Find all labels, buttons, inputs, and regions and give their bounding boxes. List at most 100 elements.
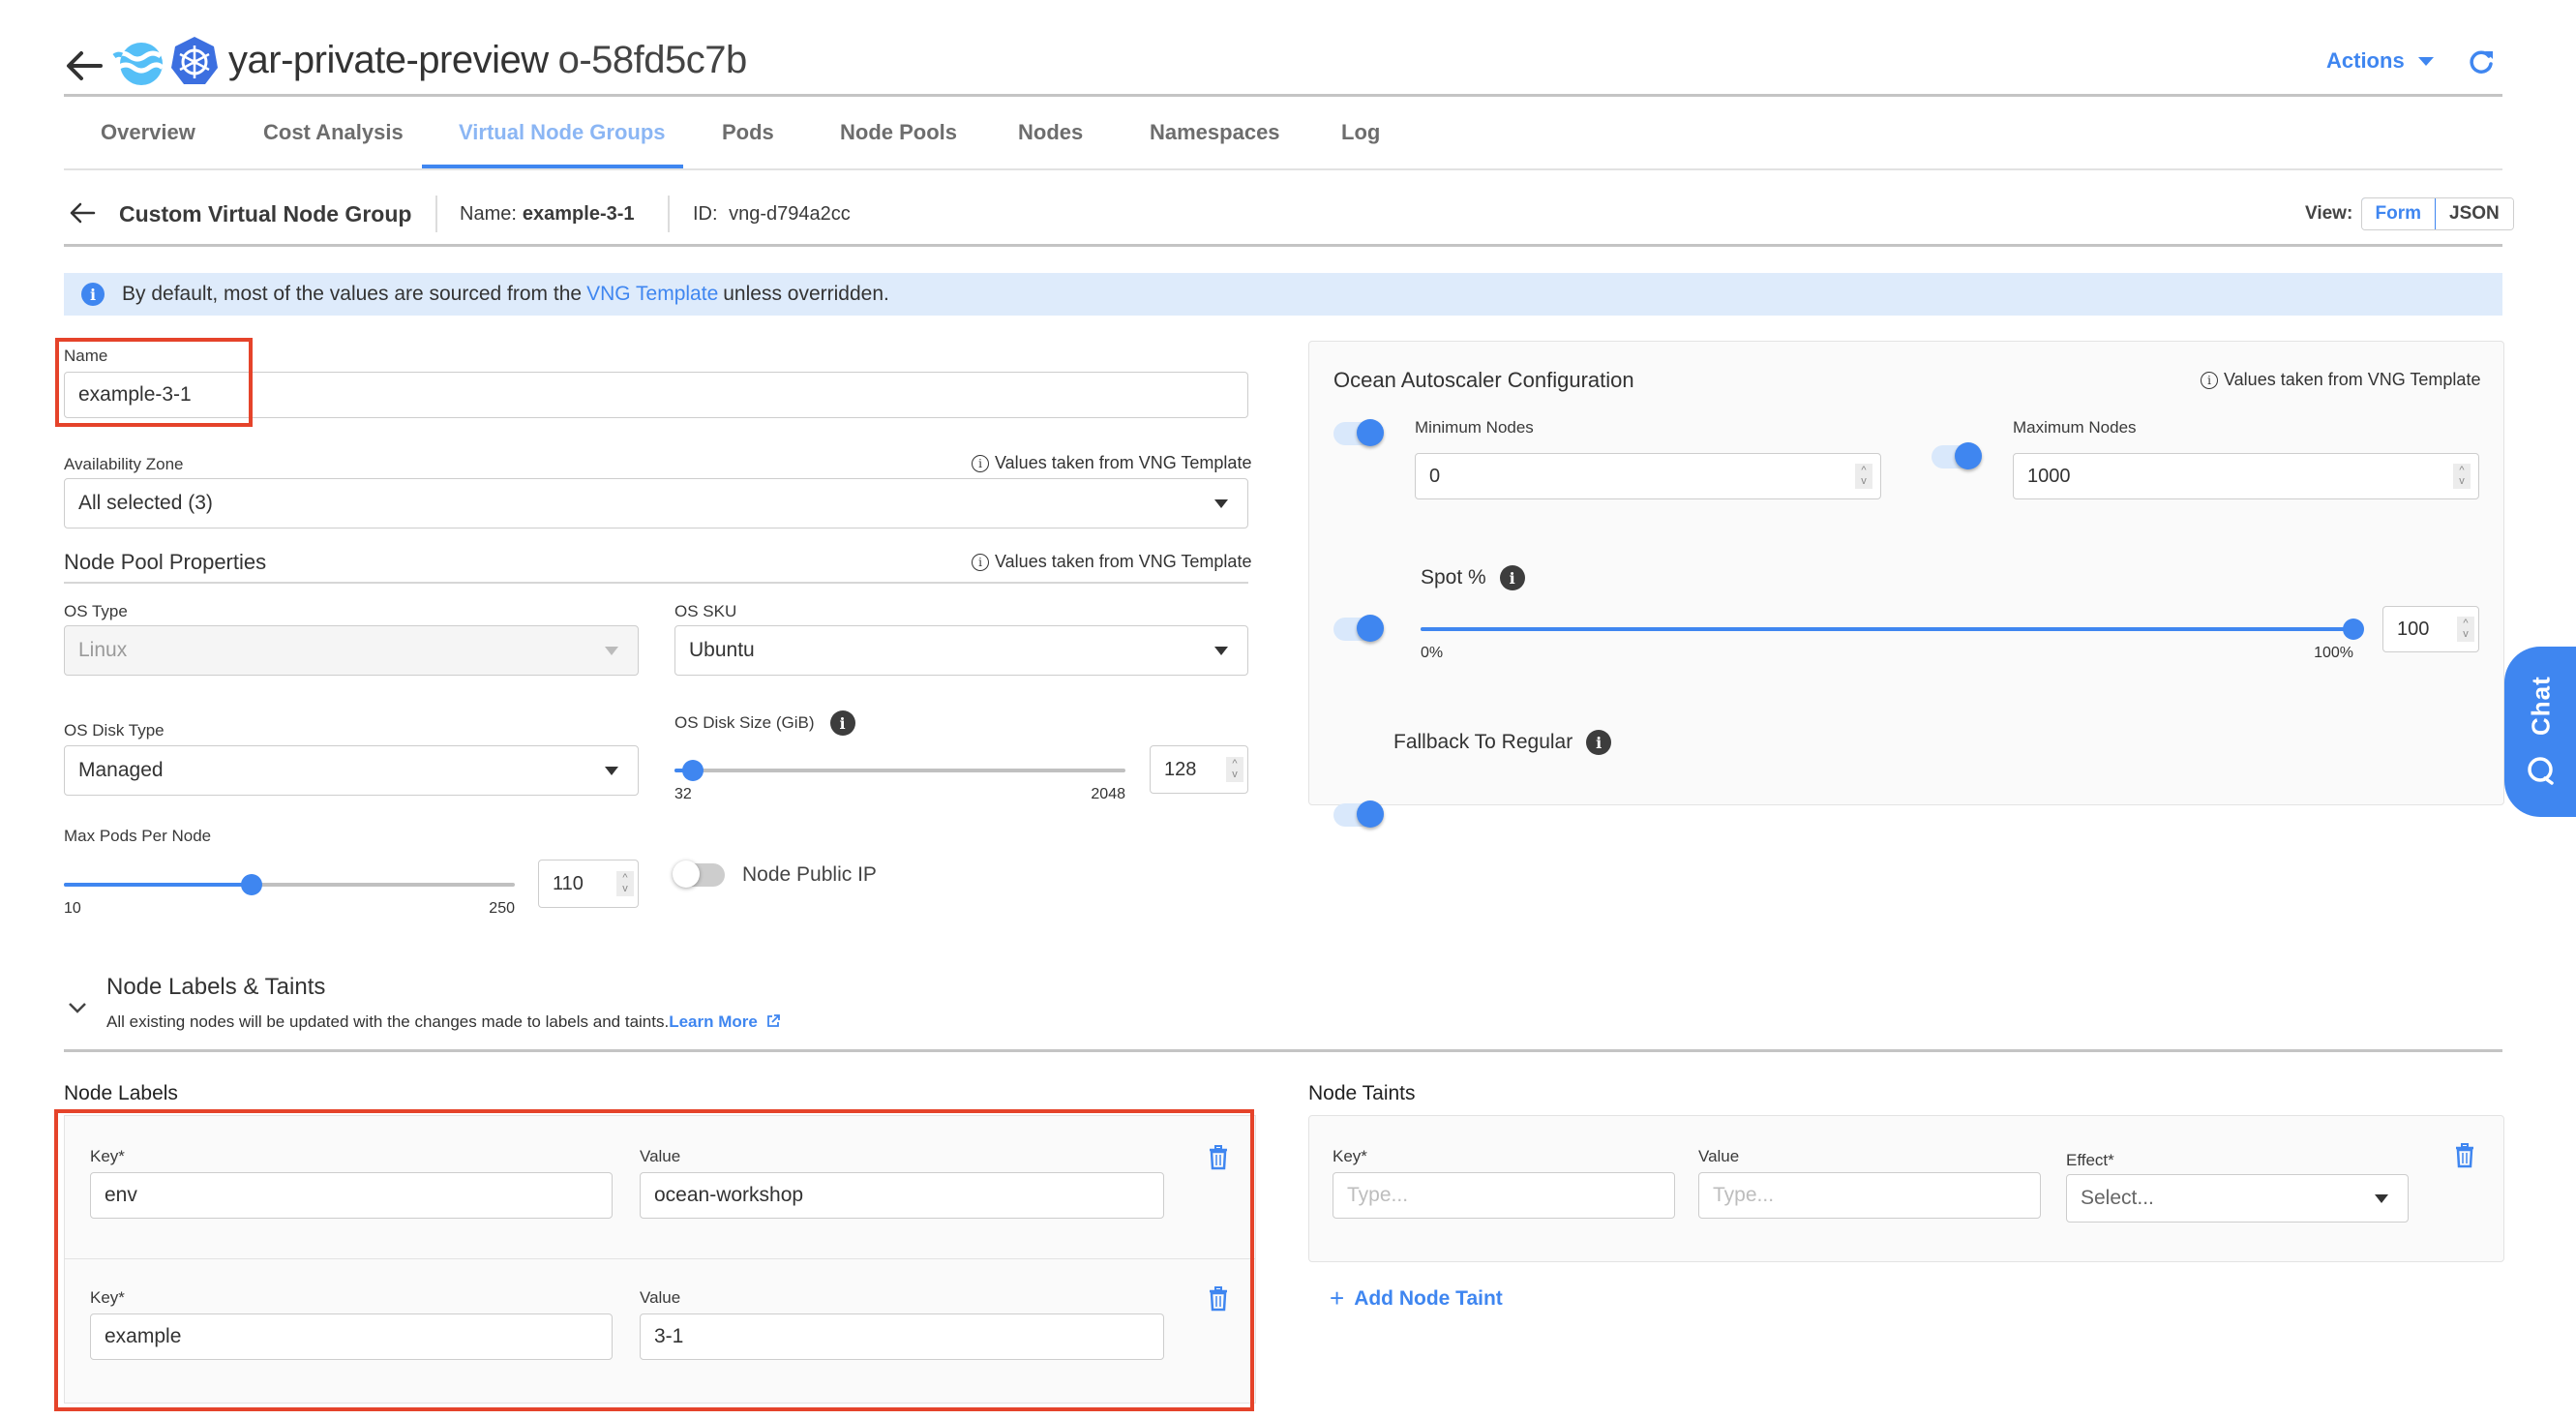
caret-down-icon <box>605 647 618 655</box>
banner-text-after: unless overridden. <box>723 283 889 305</box>
learn-more-link[interactable]: Learn More <box>669 1012 758 1031</box>
slider-track[interactable] <box>1421 619 2364 640</box>
hint-text: Values taken from VNG Template <box>995 453 1252 472</box>
slider-thumb[interactable] <box>681 760 704 781</box>
spot-value: 100 <box>2397 618 2430 640</box>
max-pods-slider[interactable]: 10 250 <box>64 874 515 917</box>
slider-min-label: 0% <box>1421 645 1444 661</box>
spot-label: Spot % <box>1421 566 1486 589</box>
autoscaler-template-hint: i Values taken from VNG Template <box>2201 370 2480 390</box>
stepper-icon[interactable]: ^ v <box>1855 464 1872 489</box>
tab-node-pools[interactable]: Node Pools <box>840 120 957 145</box>
stepper-icon[interactable]: ^ v <box>2453 464 2471 489</box>
info-outline-icon: i <box>972 454 989 472</box>
info-banner: i By default, most of the values are sou… <box>64 273 2502 316</box>
placeholder: Type... <box>1713 1184 1775 1206</box>
slider-fill <box>64 883 253 887</box>
fallback-toggle[interactable] <box>1333 800 1384 828</box>
info-icon[interactable]: i <box>1586 730 1612 755</box>
back-arrow-icon[interactable] <box>64 46 105 85</box>
os-type-value: Linux <box>78 639 128 661</box>
node-pool-properties-title: Node Pool Properties <box>64 550 267 574</box>
max-nodes-value: 1000 <box>2027 465 2071 487</box>
actions-dropdown[interactable]: Actions <box>2326 48 2434 74</box>
taint-key-label: Key* <box>1333 1147 1367 1165</box>
node-public-ip-toggle[interactable] <box>673 860 725 888</box>
tab-overview[interactable]: Overview <box>101 120 195 145</box>
slider-max-label: 250 <box>489 900 515 917</box>
divider <box>64 582 1248 584</box>
fallback-label: Fallback To Regular <box>1393 731 1573 753</box>
os-sku-label: OS SKU <box>674 602 737 620</box>
tab-cost-analysis[interactable]: Cost Analysis <box>263 120 404 145</box>
slider-max-label: 100% <box>2314 645 2353 661</box>
vng-template-link[interactable]: VNG Template <box>586 283 718 306</box>
tab-virtual-node-groups[interactable]: Virtual Node Groups <box>459 120 666 145</box>
os-disk-size-value: 128 <box>1164 758 1197 780</box>
description-text: All existing nodes will be updated with … <box>106 1012 670 1031</box>
spot-toggle[interactable] <box>1333 615 1384 642</box>
active-tab-indicator <box>422 165 683 168</box>
actions-label: Actions <box>2326 48 2405 73</box>
os-disk-type-value: Managed <box>78 759 164 781</box>
trash-icon[interactable] <box>2455 1143 2474 1168</box>
highlight-box <box>55 338 253 427</box>
taint-effect-select[interactable]: Select... <box>2066 1174 2409 1223</box>
info-icon[interactable]: i <box>829 710 855 736</box>
kubernetes-logo-icon <box>171 37 218 84</box>
slider-track[interactable] <box>64 874 515 895</box>
tab-log[interactable]: Log <box>1341 120 1380 145</box>
os-sku-select[interactable]: Ubuntu <box>674 625 1248 676</box>
spot-slider[interactable]: 0% 100% <box>1421 619 2364 661</box>
chat-button[interactable]: Chat <box>2504 647 2576 817</box>
plus-icon: + <box>1330 1283 1345 1313</box>
tab-nodes[interactable]: Nodes <box>1018 120 1083 145</box>
fallback-label-row: Fallback To Regular i <box>1393 730 1612 755</box>
toggle-knob <box>1955 442 1982 469</box>
add-node-taint-button[interactable]: + Add Node Taint <box>1330 1283 1503 1313</box>
os-disk-size-input[interactable]: 128 ^ v <box>1150 745 1248 794</box>
min-nodes-toggle[interactable] <box>1333 419 1384 446</box>
slider-track[interactable] <box>674 760 1125 781</box>
az-label: Availability Zone <box>64 455 184 473</box>
info-icon[interactable]: i <box>1499 565 1525 590</box>
divider <box>64 1049 2502 1052</box>
taint-value-label: Value <box>1698 1147 1740 1165</box>
view-form-button[interactable]: Form <box>2361 198 2436 229</box>
labels-taints-title: Node Labels & Taints <box>106 974 326 1000</box>
os-sku-value: Ubuntu <box>689 639 755 661</box>
tab-namespaces[interactable]: Namespaces <box>1150 120 1280 145</box>
info-outline-icon: i <box>972 553 989 571</box>
refresh-icon[interactable] <box>2468 48 2495 75</box>
min-nodes-input[interactable]: 0 ^ v <box>1415 453 1881 499</box>
os-disk-type-select[interactable]: Managed <box>64 745 639 796</box>
spot-input[interactable]: 100 ^ v <box>2382 606 2479 652</box>
max-pods-input[interactable]: 110 ^ v <box>538 860 639 908</box>
cluster-name: yar-private-preview <box>228 39 549 81</box>
availability-zone-select[interactable]: All selected (3) <box>64 478 1248 528</box>
slider-thumb[interactable] <box>2343 619 2364 640</box>
stepper-icon[interactable]: ^ v <box>2457 617 2474 642</box>
max-nodes-toggle[interactable] <box>1932 442 1982 469</box>
slider-thumb[interactable] <box>241 874 263 895</box>
max-nodes-input[interactable]: 1000 ^ v <box>2013 453 2479 499</box>
taint-value-input[interactable]: Type... <box>1698 1172 2041 1219</box>
id-value: vng-d794a2cc <box>729 203 851 225</box>
stepper-icon[interactable]: ^ v <box>1226 757 1243 782</box>
add-node-taint-label: Add Node Taint <box>1354 1286 1503 1310</box>
caret-down-icon <box>1214 499 1228 508</box>
divider <box>668 196 670 232</box>
back-arrow-icon[interactable] <box>68 199 97 226</box>
divider <box>435 196 437 232</box>
toggle-knob <box>1357 419 1384 446</box>
stepper-icon[interactable]: ^ v <box>616 871 634 896</box>
chevron-down-icon[interactable] <box>68 1001 87 1014</box>
taint-key-input[interactable]: Type... <box>1333 1172 1675 1219</box>
az-value: All selected (3) <box>78 492 213 514</box>
os-disk-type-label: OS Disk Type <box>64 721 165 740</box>
view-json-button[interactable]: JSON <box>2436 198 2513 229</box>
tab-pods[interactable]: Pods <box>722 120 774 145</box>
external-link-icon[interactable] <box>765 1013 781 1029</box>
os-disk-size-slider[interactable]: 32 2048 <box>674 760 1125 802</box>
node-pool-template-hint: i Values taken from VNG Template <box>972 552 1251 572</box>
